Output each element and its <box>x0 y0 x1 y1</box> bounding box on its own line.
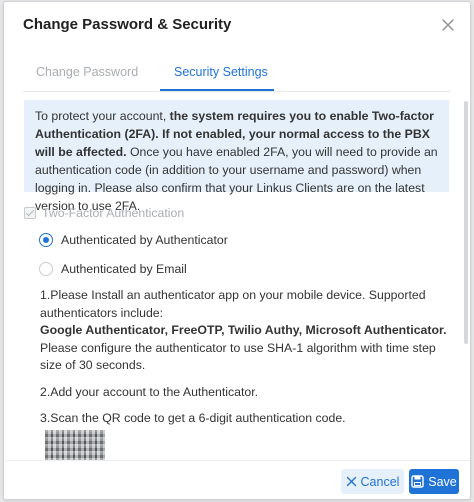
cancel-label[interactable]: Cancel <box>361 475 400 489</box>
radio-email-button[interactable] <box>39 262 53 276</box>
tab-bar: Change Password Security Settings <box>4 48 470 94</box>
tab-divider <box>23 91 451 92</box>
tab-security-settings[interactable]: Security Settings <box>174 65 268 79</box>
dialog-title: Change Password & Security <box>23 16 232 33</box>
notice-intro: To protect your account, <box>35 109 170 123</box>
supported-authenticators: Google Authenticator, FreeOTP, Twilio Au… <box>40 323 447 337</box>
two-factor-checkbox-row: Two-Factor Authentication <box>24 206 184 220</box>
cancel-button[interactable]: Cancel <box>341 469 404 494</box>
dialog-footer: Cancel Save <box>4 460 470 499</box>
qr-code-image <box>45 430 105 460</box>
step-1-detail: Please configure the authenticator to us… <box>40 340 436 373</box>
radio-email-label[interactable]: Authenticated by Email <box>61 262 187 276</box>
radio-authenticator-button[interactable] <box>39 233 53 247</box>
save-icon <box>411 475 424 488</box>
setup-instructions: 1.Please Install an authenticator app on… <box>40 287 450 437</box>
radio-authenticator-label[interactable]: Authenticated by Authenticator <box>61 233 228 247</box>
step-3: 3.Scan the QR code to get a 6-digit auth… <box>40 411 346 425</box>
save-label[interactable]: Save <box>428 475 457 489</box>
two-factor-checkbox <box>24 207 36 219</box>
step-1-intro: 1.Please Install an authenticator app on… <box>40 288 426 320</box>
save-button[interactable]: Save <box>409 469 459 494</box>
active-tab-indicator <box>160 89 274 91</box>
step-1: 1.Please Install an authenticator app on… <box>40 287 450 375</box>
two-factor-label: Two-Factor Authentication <box>42 206 185 220</box>
dialog-header: Change Password & Security <box>4 2 470 48</box>
close-icon[interactable] <box>440 17 456 33</box>
scrollbar[interactable] <box>464 101 468 344</box>
tab-change-password[interactable]: Change Password <box>36 65 138 79</box>
radio-email[interactable]: Authenticated by Email <box>39 262 187 276</box>
dialog-body[interactable]: To protect your account, the system requ… <box>4 94 470 460</box>
step-2: 2.Add your account to the Authenticator. <box>40 384 259 399</box>
2fa-notice: To protect your account, the system requ… <box>24 100 449 213</box>
radio-authenticator[interactable]: Authenticated by Authenticator <box>39 233 228 247</box>
close-icon <box>346 476 356 487</box>
change-password-security-dialog: Change Password & Security Change Passwo… <box>3 1 471 500</box>
